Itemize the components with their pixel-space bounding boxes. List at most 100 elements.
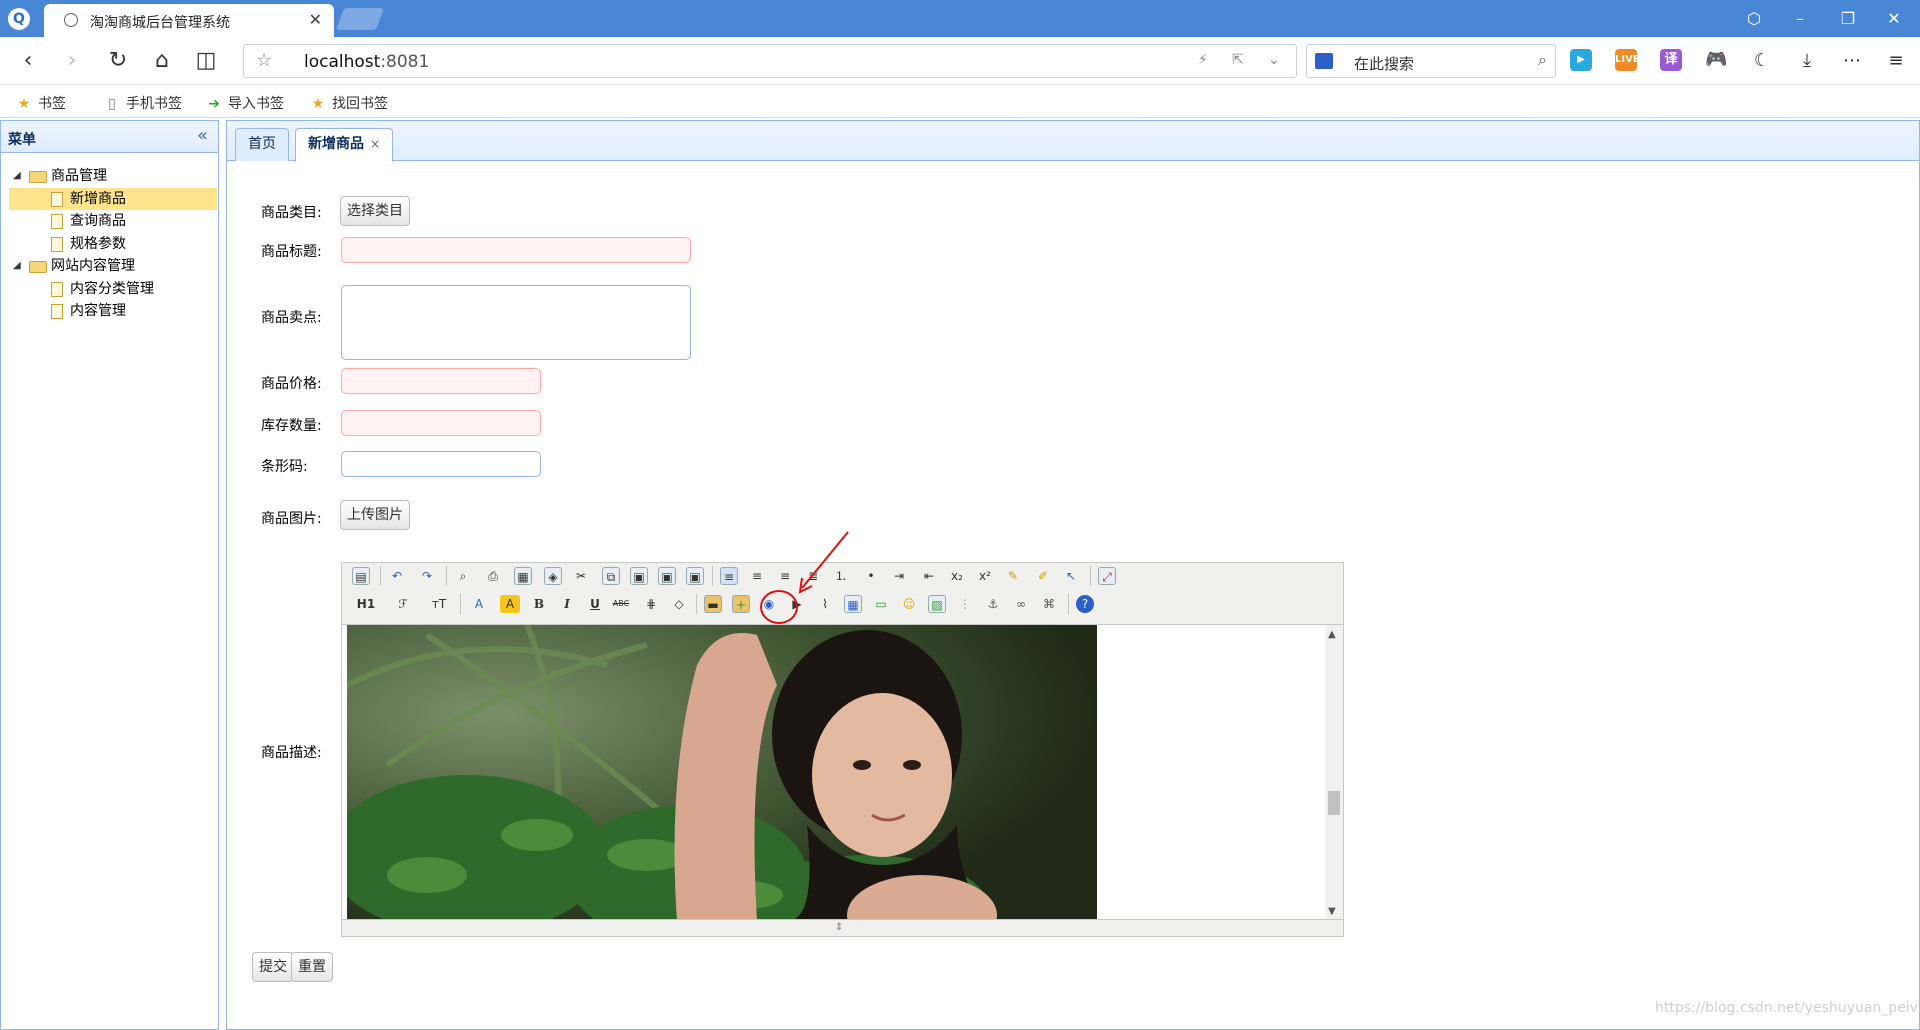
skin-icon[interactable]: ⬡ xyxy=(1742,8,1766,30)
scroll-down-icon[interactable]: ▼ xyxy=(1328,906,1336,917)
paste-icon[interactable]: ▣ xyxy=(630,567,648,585)
editor-content-area[interactable]: ▲ ▼ xyxy=(342,624,1343,921)
tree-folder-content[interactable]: ◢ 网站内容管理 xyxy=(1,255,218,278)
expand-arrow-icon[interactable]: ◢ xyxy=(13,165,21,188)
image-icon[interactable]: ▬ xyxy=(704,595,722,613)
indent-icon[interactable]: ⇥ xyxy=(890,567,908,585)
chevron-down-icon[interactable]: ⌄ xyxy=(1268,52,1280,68)
new-tab-button[interactable] xyxy=(335,8,385,30)
bookmark-item[interactable]: ➔ 导入书签 xyxy=(206,93,284,113)
flash-icon[interactable]: ⚡ xyxy=(1198,52,1208,68)
outdent-icon[interactable]: ⇤ xyxy=(920,567,938,585)
copy-icon[interactable]: ⧉ xyxy=(602,567,620,585)
font-family-dropdown[interactable]: ℱ xyxy=(390,595,416,613)
tree-folder-product[interactable]: ◢ 商品管理 xyxy=(1,165,218,188)
tree-item-query-product[interactable]: 查询商品 xyxy=(1,210,218,233)
minimize-icon[interactable]: – xyxy=(1788,8,1812,30)
map-icon[interactable]: ▨ xyxy=(928,595,946,613)
source-icon[interactable]: ▤ xyxy=(352,567,370,585)
translate-icon[interactable]: 译 xyxy=(1660,49,1682,71)
close-window-icon[interactable]: ✕ xyxy=(1882,8,1906,30)
restore-icon[interactable]: ❐ xyxy=(1836,8,1860,30)
stock-input[interactable] xyxy=(341,410,541,436)
reload-icon[interactable]: ↻ xyxy=(104,47,132,75)
align-left-icon[interactable]: ≡ xyxy=(720,567,738,585)
share-icon[interactable]: ⇱ xyxy=(1232,52,1244,68)
bookmark-item[interactable]: ★ 书签 xyxy=(16,93,66,113)
price-input[interactable] xyxy=(341,368,541,394)
expand-arrow-icon[interactable]: ◢ xyxy=(13,255,21,278)
more-icon[interactable]: ⋯ xyxy=(1838,47,1866,75)
clear-format-icon[interactable]: ✎ xyxy=(1004,567,1022,585)
bookmark-item[interactable]: ★ 找回书签 xyxy=(310,93,388,113)
emoticon-icon[interactable]: ☺ xyxy=(900,595,918,613)
search-icon[interactable]: ⌕ xyxy=(1538,50,1547,70)
tab-close-icon[interactable]: × xyxy=(370,137,380,151)
paste-word-icon[interactable]: ▣ xyxy=(686,567,704,585)
superscript-icon[interactable]: x² xyxy=(976,567,994,585)
collapse-icon[interactable]: « xyxy=(197,125,208,146)
browser-tab[interactable]: 淘淘商城后台管理系统 ✕ xyxy=(44,4,334,37)
paste-text-icon[interactable]: ▣ xyxy=(658,567,676,585)
anchor-icon[interactable]: ⚓ xyxy=(984,595,1002,613)
background-color-dropdown[interactable]: A xyxy=(500,595,520,613)
live-icon[interactable]: LIVE xyxy=(1615,49,1640,71)
redo-icon[interactable]: ↷ xyxy=(418,567,436,585)
scroll-thumb[interactable] xyxy=(1328,791,1340,815)
hr-icon[interactable]: ▭ xyxy=(872,595,890,613)
eraser-icon[interactable]: ◇ xyxy=(670,595,688,613)
bold-button[interactable]: B xyxy=(530,595,548,613)
url-text[interactable]: localhost:8081 xyxy=(304,52,429,72)
barcode-input[interactable] xyxy=(341,451,541,477)
tab-home[interactable]: 首页 xyxy=(235,128,289,161)
tree-item-spec-params[interactable]: 规格参数 xyxy=(1,233,218,256)
game-icon[interactable]: 🎮 xyxy=(1705,49,1727,71)
tree-item-content-category[interactable]: 内容分类管理 xyxy=(1,278,218,301)
reader-icon[interactable]: ◫ xyxy=(192,47,220,75)
bookmark-item[interactable]: ▯ 手机书签 xyxy=(104,93,182,113)
subscript-icon[interactable]: x₂ xyxy=(948,567,966,585)
underline-button[interactable]: U xyxy=(586,595,604,613)
video-icon[interactable]: ▶ xyxy=(1570,49,1592,71)
font-size-dropdown[interactable]: тT xyxy=(426,595,452,613)
browser-tab-close-icon[interactable]: ✕ xyxy=(309,10,322,29)
scroll-up-icon[interactable]: ▲ xyxy=(1328,629,1336,640)
font-color-dropdown[interactable]: A xyxy=(468,595,490,613)
unlink-icon[interactable]: ⌘ xyxy=(1040,595,1058,613)
menu-icon[interactable]: ≡ xyxy=(1882,47,1910,75)
reset-button[interactable]: 重置 xyxy=(291,952,333,982)
download-icon[interactable]: ⤓ xyxy=(1793,47,1821,75)
code-icon[interactable]: ◈ xyxy=(544,567,562,585)
select-all-icon[interactable]: ✐ xyxy=(1034,567,1052,585)
address-bar[interactable]: ☆ localhost:8081 ⚡ ⇱ ⌄ xyxy=(243,44,1297,78)
strikethrough-button[interactable]: ABC xyxy=(612,595,630,613)
link-icon[interactable]: ∞ xyxy=(1012,595,1030,613)
multi-image-icon[interactable]: + xyxy=(732,595,750,613)
submit-button[interactable]: 提交 xyxy=(252,952,294,982)
browser-logo-icon[interactable]: Q xyxy=(8,8,30,30)
line-height-icon[interactable]: ⋕ xyxy=(642,595,660,613)
select-category-button[interactable]: 选择类目 xyxy=(340,196,410,226)
tree-item-add-product[interactable]: 新增商品 xyxy=(9,187,217,210)
search-engine-icon[interactable] xyxy=(1315,53,1333,69)
tree-item-content-manage[interactable]: 内容管理 xyxy=(1,300,218,323)
sellpoint-textarea[interactable] xyxy=(341,285,691,360)
title-input[interactable] xyxy=(341,237,691,263)
cut-icon[interactable]: ✂ xyxy=(572,567,590,585)
fullscreen-icon[interactable]: ⤢ xyxy=(1098,567,1116,585)
upload-image-button[interactable]: 上传图片 xyxy=(340,500,410,530)
cursor-icon[interactable]: ↖ xyxy=(1062,567,1080,585)
italic-button[interactable]: I xyxy=(558,595,576,613)
unordered-list-icon[interactable]: • xyxy=(862,567,880,585)
help-icon[interactable]: ? xyxy=(1076,595,1094,613)
back-icon[interactable]: ‹ xyxy=(14,47,42,75)
search-box[interactable]: 在此搜索 ⌕ xyxy=(1306,44,1556,78)
pagebreak-icon[interactable]: ⋮ xyxy=(956,595,974,613)
align-center-icon[interactable]: ≡ xyxy=(748,567,766,585)
editor-scrollbar[interactable]: ▲ ▼ xyxy=(1325,625,1343,921)
bookmark-star-icon[interactable]: ☆ xyxy=(256,50,272,71)
night-mode-icon[interactable]: ☾ xyxy=(1748,47,1776,75)
resize-grip-icon[interactable]: ⇕ xyxy=(835,922,843,933)
home-icon[interactable]: ⌂ xyxy=(148,47,176,75)
undo-icon[interactable]: ↶ xyxy=(388,567,406,585)
